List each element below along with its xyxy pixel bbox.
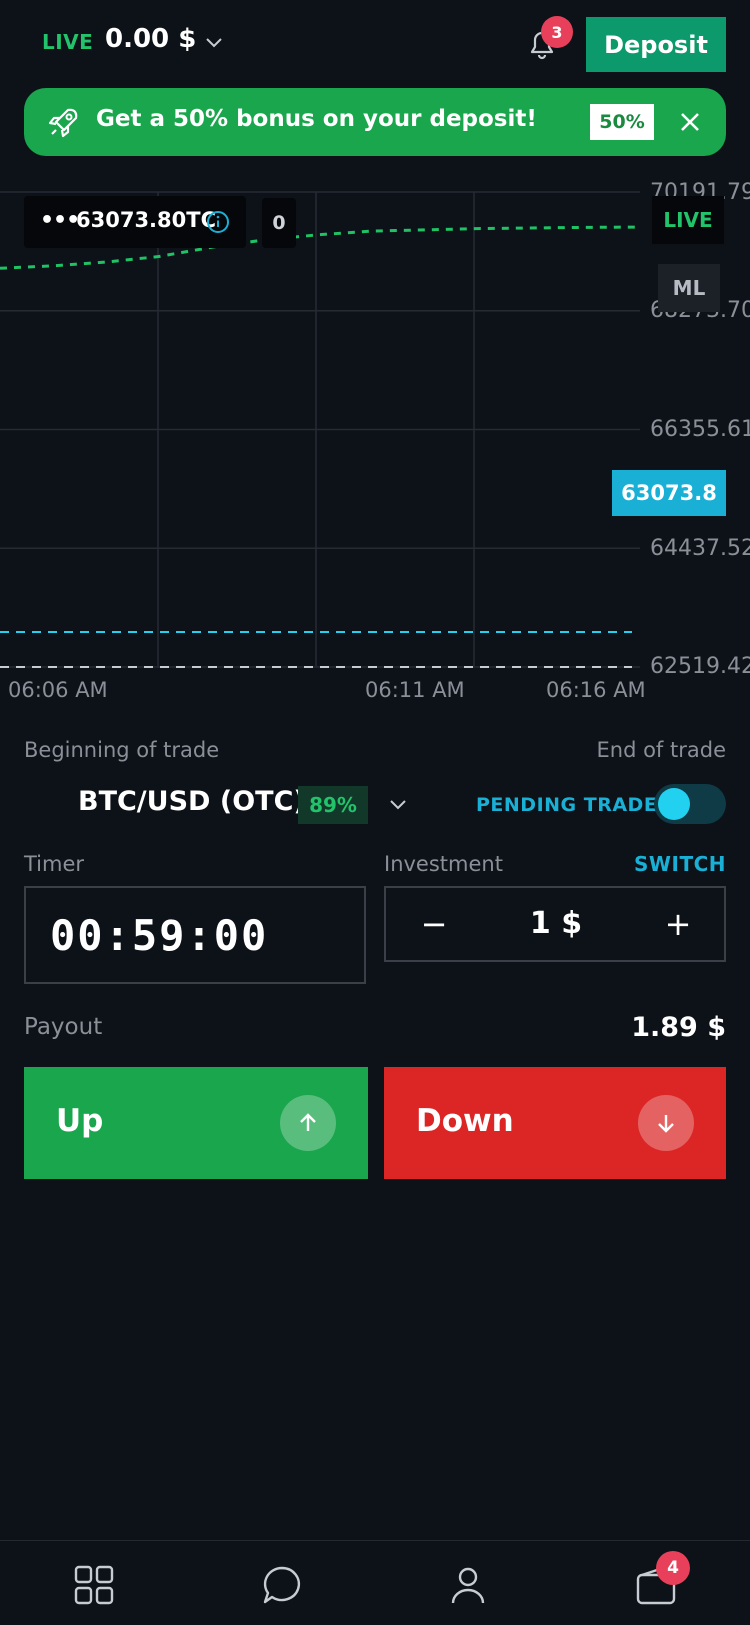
y-tick-label: 64437.520	[650, 536, 750, 561]
live-chip[interactable]: LIVE	[652, 196, 724, 244]
account-mode-label[interactable]: LIVE	[42, 30, 93, 54]
pending-trade-toggle[interactable]	[654, 784, 726, 824]
price-chip-value: 63073.80TC	[76, 208, 216, 232]
price-chart[interactable]: 70191.798 68273.705 66355.613 64437.520 …	[0, 180, 750, 720]
notification-badge: 3	[541, 16, 573, 48]
grid-icon[interactable]	[72, 1563, 116, 1607]
arrow-down-icon	[638, 1095, 694, 1151]
current-price-tag: 63073.8	[612, 470, 726, 516]
payout-value: 1.89 $	[631, 1012, 726, 1043]
asset-payout-badge: 89%	[298, 786, 368, 824]
investment-value[interactable]: 1 $	[506, 906, 606, 941]
investment-label: Investment	[384, 852, 503, 876]
profile-icon[interactable]	[446, 1563, 490, 1607]
bonus-text: Get a 50% bonus on your deposit!	[96, 106, 537, 132]
chart-canvas[interactable]	[0, 180, 750, 720]
close-icon[interactable]	[674, 106, 706, 138]
ml-chip[interactable]: ML	[658, 264, 720, 312]
payout-label: Payout	[24, 1014, 103, 1040]
balance-value[interactable]: 0.00 $	[105, 24, 196, 54]
x-tick-label: 06:11 AM	[365, 678, 465, 702]
chevron-down-icon[interactable]	[202, 30, 226, 54]
increase-button[interactable]: +	[654, 900, 702, 948]
y-tick-label: 62519.428	[650, 654, 750, 679]
switch-button[interactable]: SWITCH	[634, 852, 726, 876]
up-button[interactable]: Up	[24, 1067, 368, 1179]
up-button-label: Up	[56, 1103, 104, 1139]
pending-trade-label: PENDING TRADE	[476, 794, 658, 816]
bottom-navigation: 4	[0, 1540, 750, 1625]
down-button[interactable]: Down	[384, 1067, 726, 1179]
toggle-knob	[658, 788, 690, 820]
price-chip[interactable]: ••• 63073.80TC	[24, 196, 246, 248]
bonus-banner[interactable]: Get a 50% bonus on your deposit! 50%	[24, 88, 726, 156]
decrease-button[interactable]: −	[410, 900, 458, 948]
bonus-percent-badge: 50%	[590, 104, 654, 140]
timer-field[interactable]: 00:59:00	[24, 886, 366, 984]
asset-pair-name[interactable]: BTC/USD (OTC)	[78, 786, 306, 817]
investment-stepper[interactable]: − 1 $ +	[384, 886, 726, 962]
info-icon[interactable]	[206, 210, 230, 234]
end-of-trade-label: End of trade	[596, 738, 727, 762]
deposit-button[interactable]: Deposit	[586, 17, 726, 72]
x-tick-label: 06:16 AM	[546, 678, 646, 702]
chevron-down-icon[interactable]	[386, 792, 410, 816]
arrow-up-icon	[280, 1095, 336, 1151]
chat-icon[interactable]	[260, 1563, 304, 1607]
wallet-badge: 4	[656, 1551, 690, 1585]
counter-chip: 0	[262, 198, 296, 248]
timer-value: 00:59:00	[50, 910, 269, 960]
beginning-of-trade-label: Beginning of trade	[24, 738, 220, 762]
x-tick-label: 06:06 AM	[8, 678, 108, 702]
more-icon[interactable]: •••	[40, 208, 80, 233]
down-button-label: Down	[416, 1103, 514, 1139]
y-tick-label: 66355.613	[650, 417, 750, 442]
rocket-icon	[48, 108, 78, 138]
timer-label: Timer	[24, 852, 85, 876]
